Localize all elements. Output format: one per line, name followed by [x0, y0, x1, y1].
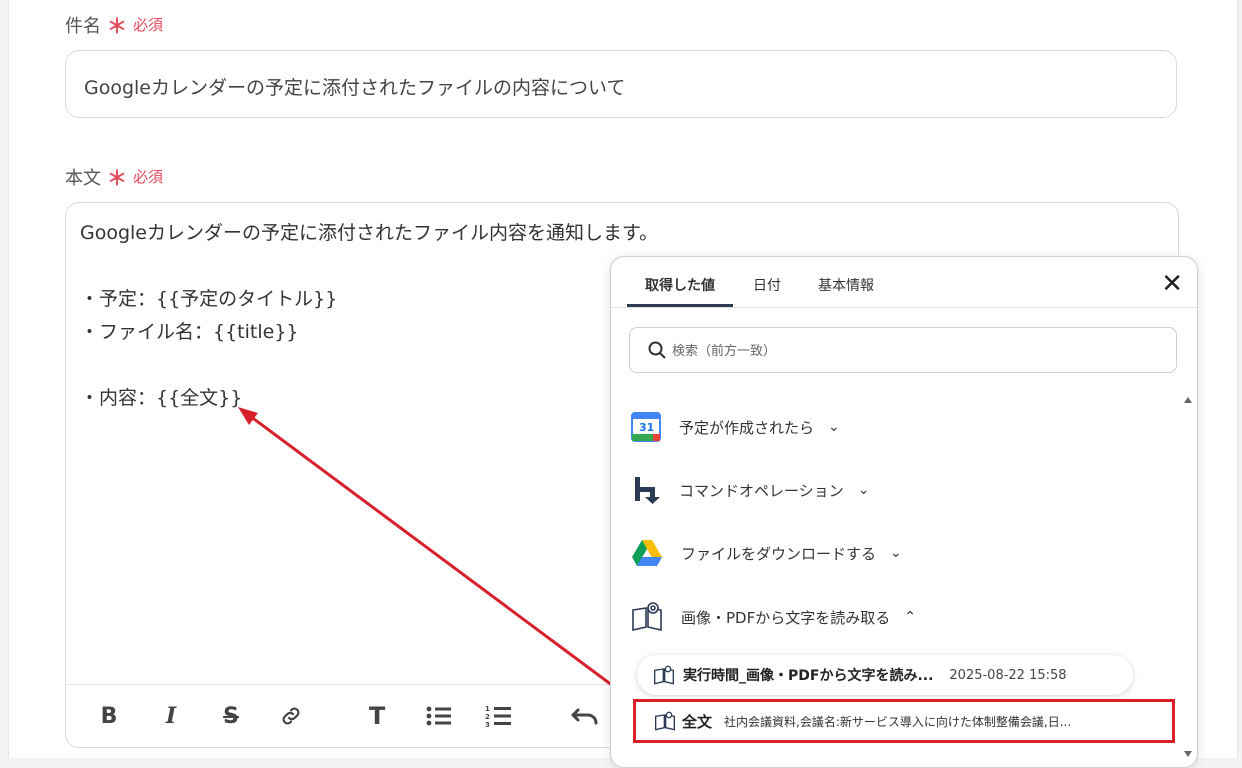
- numbered-list-icon: 123: [485, 705, 511, 729]
- close-icon[interactable]: ✕: [1161, 271, 1183, 297]
- required-badge: 必須: [133, 16, 164, 34]
- link-button[interactable]: [276, 701, 306, 731]
- ocr-book-icon: [655, 711, 675, 731]
- strikethrough-icon: S: [223, 703, 239, 729]
- group-download-file[interactable]: ファイルをダウンロードする ⌄: [631, 535, 902, 571]
- required-asterisk: ＊: [107, 166, 127, 190]
- body-label-row: 本文 ＊ 必須: [65, 162, 163, 191]
- value-item-value: 社内会議資料,会議名:新サービス導入に向けた体制整備会議,日...: [724, 714, 1072, 729]
- italic-button[interactable]: I: [156, 701, 186, 731]
- undo-button[interactable]: [570, 701, 600, 731]
- subject-input[interactable]: Googleカレンダーの予定に添付されたファイルの内容について: [65, 50, 1177, 118]
- value-item-name: 実行時間_画像・PDFから文字を読み...: [683, 668, 934, 684]
- bold-button[interactable]: B: [94, 701, 124, 731]
- chevron-down-icon: ⌄: [857, 482, 870, 498]
- bold-icon: B: [100, 703, 118, 729]
- numbered-list-button[interactable]: 123: [484, 701, 514, 731]
- scroll-up-arrow[interactable]: [1184, 397, 1192, 403]
- tab-basic-info[interactable]: 基本情報: [818, 275, 874, 295]
- subject-label-row: 件名 ＊ 必須: [65, 10, 163, 39]
- svg-text:1: 1: [485, 705, 490, 713]
- group-ocr[interactable]: 画像・PDFから文字を読み取る ⌃: [631, 599, 916, 635]
- google-calendar-icon: 31: [631, 412, 661, 442]
- group-label: ファイルをダウンロードする: [681, 544, 877, 563]
- svg-text:2: 2: [485, 713, 490, 721]
- svg-text:3: 3: [485, 721, 490, 729]
- tab-date[interactable]: 日付: [753, 275, 781, 295]
- svg-text:31: 31: [639, 421, 654, 434]
- italic-icon: I: [165, 703, 177, 729]
- subject-value: Googleカレンダーの予定に添付されたファイルの内容について: [84, 77, 626, 99]
- required-badge: 必須: [133, 168, 164, 186]
- search-icon: [648, 341, 666, 359]
- chevron-down-icon: ⌄: [828, 419, 840, 435]
- heading-icon: T: [368, 702, 386, 730]
- group-label: 予定が作成されたら: [679, 418, 815, 437]
- active-tab-indicator: [627, 304, 733, 307]
- link-icon: [282, 707, 300, 725]
- value-item-name: 全文: [682, 712, 713, 731]
- popup-tabs: 取得した値 日付 基本情報: [611, 257, 1197, 308]
- value-item-value: 2025-08-22 15:58: [949, 667, 1067, 683]
- required-asterisk: ＊: [107, 14, 127, 38]
- command-operation-icon: [635, 477, 660, 504]
- google-drive-icon: [632, 540, 662, 566]
- body-value: Googleカレンダーの予定に添付されたファイル内容を通知します。 ・予定：{{…: [80, 222, 659, 409]
- value-item-execution-time[interactable]: 実行時間_画像・PDFから文字を読み... 2025-08-22 15:58: [637, 655, 1133, 695]
- value-item-full-text[interactable]: 全文 社内会議資料,会議名:新サービス導入に向けた体制整備会議,日...: [633, 699, 1175, 743]
- chevron-up-icon: ⌃: [904, 609, 916, 625]
- bullet-list-icon: [426, 706, 451, 726]
- value-picker-popup: 取得した値 日付 基本情報 ✕ 31 予定が作成されたら ⌄ コマンドオペレーシ: [610, 256, 1198, 768]
- ocr-book-icon: [654, 665, 674, 685]
- group-command-operation[interactable]: コマンドオペレーション ⌄: [631, 472, 869, 508]
- search-box[interactable]: [629, 327, 1177, 373]
- body-label: 本文: [65, 167, 101, 189]
- search-input[interactable]: [670, 339, 1154, 363]
- scroll-down-arrow[interactable]: [1184, 751, 1192, 757]
- undo-icon: [571, 708, 598, 725]
- group-calendar-trigger[interactable]: 31 予定が作成されたら ⌄: [631, 409, 840, 445]
- chevron-down-icon: ⌄: [890, 545, 902, 561]
- ocr-book-icon: [632, 602, 662, 632]
- bullet-list-button[interactable]: [424, 701, 454, 731]
- heading-button[interactable]: T: [362, 701, 392, 731]
- strikethrough-button[interactable]: S: [216, 701, 246, 731]
- tab-acquired-values[interactable]: 取得した値: [645, 275, 715, 295]
- subject-label: 件名: [65, 15, 101, 37]
- group-label: 画像・PDFから文字を読み取る: [681, 608, 891, 627]
- group-label: コマンドオペレーション: [679, 481, 844, 500]
